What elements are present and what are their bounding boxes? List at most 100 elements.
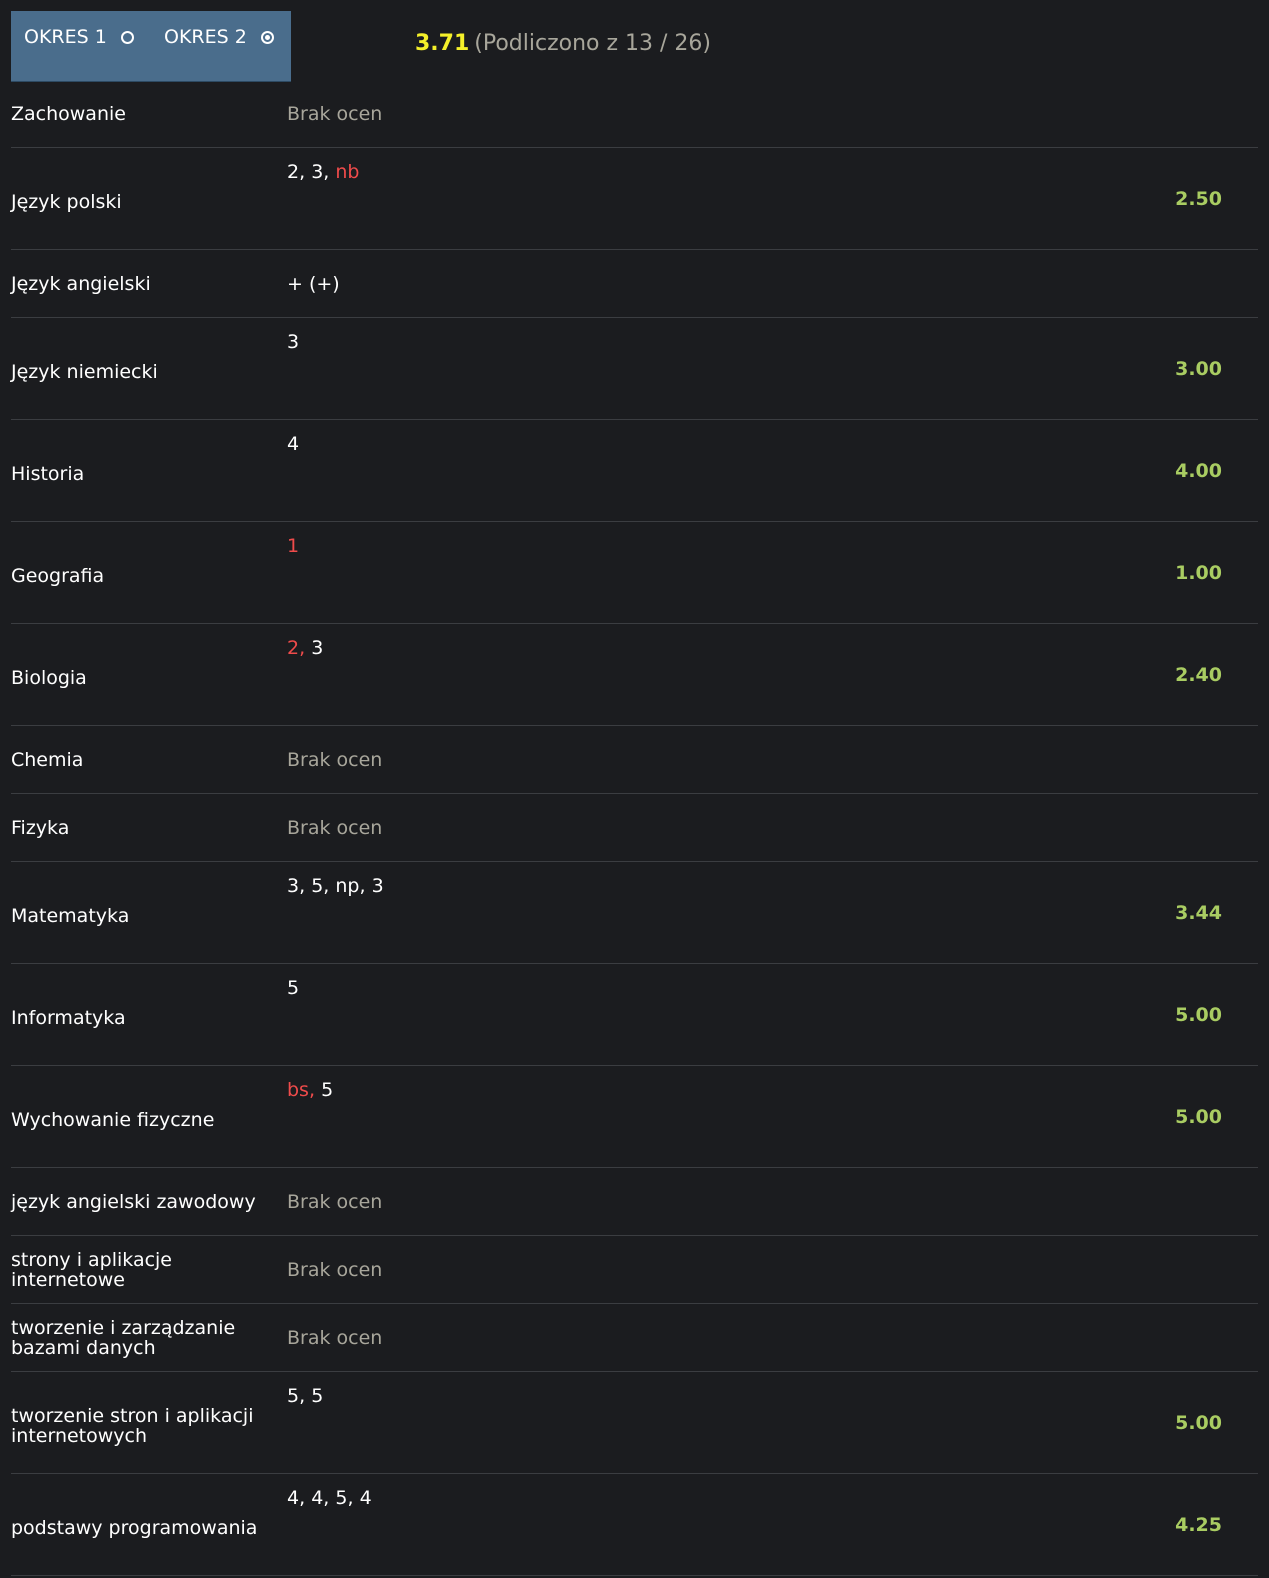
subject-average: 3.00 — [1175, 357, 1222, 380]
grade[interactable]: 1 — [287, 535, 299, 557]
subject-name: Geografia — [11, 564, 105, 587]
grade-separator: , — [299, 637, 312, 659]
overall-average-value: 3.71 — [415, 31, 470, 56]
subject-name: strony i aplikacje internetowe — [11, 1248, 172, 1291]
table-row: Fizyka Brak ocen — [11, 794, 1258, 862]
subject-average: 2.50 — [1175, 187, 1222, 210]
grade-separator: , — [323, 875, 336, 897]
subject-name: język angielski zawodowy — [11, 1190, 256, 1213]
table-row: Wychowanie fizyczne bs, 5 5.00 — [11, 1066, 1258, 1168]
period-option-2-label: OKRES 2 — [164, 26, 247, 48]
table-row: Chemia Brak ocen — [11, 726, 1258, 794]
grade[interactable]: 3 — [311, 161, 323, 183]
grade[interactable]: 5 — [335, 1487, 347, 1509]
table-row: podstawy programowania 4, 4, 5, 4 4.25 — [11, 1474, 1258, 1576]
table-row: Matematyka 3, 5, np, 3 3.44 — [11, 862, 1258, 964]
subject-average: 5.00 — [1175, 1003, 1222, 1026]
subject-name: Język polski — [11, 190, 122, 213]
grades-list: Brak ocen — [287, 1190, 383, 1213]
subject-average: 1.00 — [1175, 561, 1222, 584]
subject-name: Język niemiecki — [11, 360, 158, 383]
grade[interactable]: 4 — [287, 1487, 299, 1509]
grades-list: 4, 4, 5, 4 — [287, 1487, 372, 1509]
subject-name: Chemia — [11, 748, 84, 771]
grades-list: 5, 5 — [287, 1385, 323, 1407]
grade[interactable]: 5 — [321, 1079, 333, 1101]
grade[interactable]: 2 — [287, 161, 299, 183]
table-row: Język polski 2, 3, nb 2.50 — [11, 148, 1258, 250]
subject-name: Historia — [11, 462, 85, 485]
grades-table: Zachowanie Brak ocen Język polski 2, 3, nb 2… — [11, 80, 1258, 1576]
grades-list: Brak ocen — [287, 748, 383, 771]
table-row: Historia 4 4.00 — [11, 420, 1258, 522]
grade[interactable]: 4 — [287, 433, 299, 455]
table-row: tworzenie stron i aplikacji internetowyc… — [11, 1372, 1258, 1474]
grade-separator: , — [299, 1487, 312, 1509]
grade-separator: , — [308, 1079, 322, 1101]
grade[interactable]: 3 — [287, 875, 299, 897]
table-row: Geografia 1 1.00 — [11, 522, 1258, 624]
subject-average: 5.00 — [1175, 1411, 1222, 1434]
subject-name: Biologia — [11, 666, 87, 689]
grades-list: bs, 5 — [287, 1079, 333, 1101]
table-row: strony i aplikacje internetowe Brak ocen — [11, 1236, 1258, 1304]
subject-average: 4.25 — [1175, 1513, 1222, 1536]
subject-average: 2.40 — [1175, 663, 1222, 686]
subject-average: 3.44 — [1175, 901, 1222, 924]
grade[interactable]: 2 — [287, 637, 299, 659]
table-row: tworzenie i zarządzanie bazami danych Bra… — [11, 1304, 1258, 1372]
grades-list: 2, 3, nb — [287, 161, 359, 183]
overall-average-note: (Podliczono z 13 / 26) — [474, 31, 712, 56]
period-selector: OKRES 1 OKRES 2 — [11, 11, 291, 82]
grade[interactable]: 5 — [311, 875, 323, 897]
grade-separator: , — [347, 1487, 360, 1509]
grade[interactable]: 3 — [287, 331, 299, 353]
grade[interactable]: nb — [335, 161, 359, 183]
grades-list: + (+) — [287, 273, 340, 295]
subject-name: Zachowanie — [11, 102, 126, 125]
subject-average: 5.00 — [1175, 1105, 1222, 1128]
grade[interactable]: 4 — [360, 1487, 372, 1509]
grade[interactable]: bs — [287, 1079, 309, 1101]
period-option-1[interactable]: OKRES 1 — [24, 22, 134, 52]
grades-list: Brak ocen — [287, 1258, 383, 1281]
overall-average: 3.71 (Podliczono z 13 / 26) — [415, 31, 711, 56]
grade[interactable]: 5 — [287, 1385, 299, 1407]
grades-list: 2, 3 — [287, 637, 323, 659]
grades-list: 1 — [287, 535, 299, 557]
table-row: język angielski zawodowy Brak ocen — [11, 1168, 1258, 1236]
grade-separator: , — [299, 161, 312, 183]
radio-checked-icon[interactable] — [260, 30, 274, 44]
subject-name: Wychowanie fizyczne — [11, 1108, 215, 1131]
subject-name: Fizyka — [11, 816, 70, 839]
grades-list: 4 — [287, 433, 299, 455]
radio-unchecked-icon[interactable] — [120, 30, 134, 44]
grade-separator: , — [359, 875, 372, 897]
grades-list: 3, 5, np, 3 — [287, 875, 384, 897]
subject-average: 4.00 — [1175, 459, 1222, 482]
grade[interactable]: np — [335, 875, 359, 897]
grades-list: 5 — [287, 977, 299, 999]
table-row: Informatyka 5 5.00 — [11, 964, 1258, 1066]
header: OKRES 1 OKRES 2 3.71 (Podliczono z 13 / 2… — [0, 0, 1269, 90]
grade[interactable]: 4 — [311, 1487, 323, 1509]
grade-separator: , — [299, 875, 312, 897]
grade[interactable]: + (+) — [287, 273, 340, 295]
subject-name: Informatyka — [11, 1006, 126, 1029]
grade[interactable]: 5 — [311, 1385, 323, 1407]
subject-name: podstawy programowania — [11, 1516, 258, 1539]
period-option-2[interactable]: OKRES 2 — [164, 22, 274, 52]
subject-name: tworzenie stron i aplikacji internetowyc… — [11, 1404, 254, 1447]
period-option-1-label: OKRES 1 — [24, 26, 107, 48]
subject-name: Język angielski — [11, 272, 151, 295]
table-row: Biologia 2, 3 2.40 — [11, 624, 1258, 726]
grades-list: Brak ocen — [287, 102, 383, 125]
grade[interactable]: 3 — [372, 875, 384, 897]
grades-list: Brak ocen — [287, 1326, 383, 1349]
subject-name: tworzenie i zarządzanie bazami danych — [11, 1316, 236, 1359]
grade-separator: , — [299, 1385, 312, 1407]
table-row: Zachowanie Brak ocen — [11, 80, 1258, 148]
grade[interactable]: 5 — [287, 977, 299, 999]
grades-list: 3 — [287, 331, 299, 353]
grade[interactable]: 3 — [311, 637, 323, 659]
